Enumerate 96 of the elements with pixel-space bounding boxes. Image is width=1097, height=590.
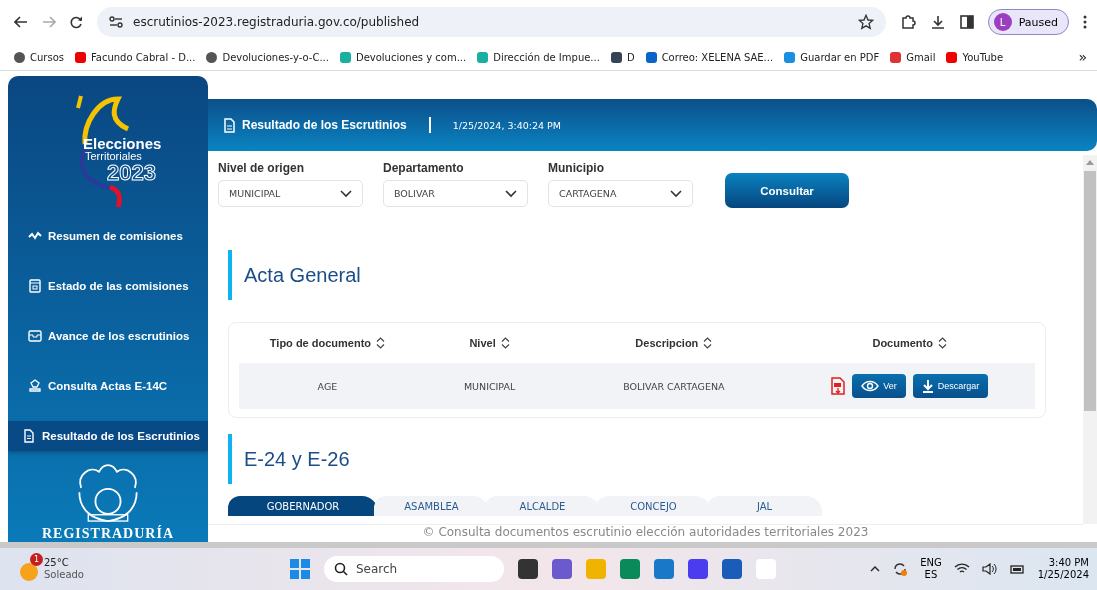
filter-dropdown[interactable]: BOLIVAR (383, 180, 528, 207)
bookmark-favicon-icon (610, 51, 622, 63)
site-settings-icon[interactable] (109, 16, 123, 28)
notification-badge: 1 (30, 553, 43, 566)
filter-label: Nivel de origen (218, 161, 306, 175)
back-arrow-icon[interactable] (14, 16, 28, 28)
tab[interactable]: JAL (707, 496, 822, 516)
chevron-down-icon (340, 189, 352, 198)
bookmark-favicon-icon (339, 51, 351, 63)
chevron-down-icon (505, 189, 517, 198)
column-header[interactable]: Tipo de documento (239, 337, 416, 349)
bookmark-favicon-icon (784, 51, 796, 63)
sidebar-item[interactable]: Estado de las comisiones (8, 271, 208, 302)
weather-condition: Soleado (44, 569, 84, 581)
view-button[interactable]: Ver (852, 374, 906, 398)
taskbar-app-icon[interactable] (654, 559, 674, 579)
document-icon (223, 117, 236, 133)
filter-label: Departamento (383, 161, 465, 175)
chevron-up-icon[interactable] (870, 566, 881, 572)
table-cell-text: BOLIVAR CARTAGENA (622, 380, 726, 392)
volume-icon[interactable] (981, 563, 998, 575)
extensions-icon[interactable] (899, 14, 916, 30)
bookmark-item[interactable]: Dirección de Impue... (477, 51, 600, 63)
bookmark-favicon-icon (477, 51, 489, 63)
bookmark-item[interactable]: Facundo Cabral - D... (75, 51, 196, 63)
weather-sun-icon[interactable] (20, 563, 38, 581)
table-cell-text: AGE (316, 380, 339, 392)
bookmark-favicon-icon (75, 51, 86, 63)
bookmark-favicon-icon (645, 51, 657, 63)
wifi-icon[interactable] (953, 563, 970, 575)
table-cell-text: MUNICIPAL (462, 380, 517, 392)
sort-icon[interactable] (500, 337, 510, 349)
battery-icon[interactable] (1009, 563, 1026, 575)
search-icon (334, 562, 348, 576)
sidebar-item[interactable]: Consulta Actas E-14C (8, 371, 208, 402)
side-panel-icon[interactable] (959, 15, 974, 29)
temperature-text: 25°C (44, 557, 70, 569)
bookmark-item[interactable]: YouTube (946, 51, 1004, 63)
header-title: Resultado de los Escrutinios (242, 118, 407, 132)
sort-icon[interactable] (937, 337, 947, 349)
logo-title: Elecciones (83, 136, 162, 151)
language-indicator[interactable]: ENG ES (920, 557, 942, 581)
taskbar-search-field[interactable]: Search (324, 556, 504, 582)
bookmark-item[interactable]: Gmail (890, 51, 936, 63)
column-header[interactable]: Nivel (415, 337, 564, 349)
reload-icon[interactable] (70, 15, 83, 29)
taskbar-app-icon[interactable] (688, 559, 708, 579)
column-header[interactable]: Documento (784, 337, 1035, 349)
sidebar-item[interactable]: Avance de los escrutinios (8, 321, 208, 352)
registraduria-wordmark: REGISTRADURÍA (42, 526, 174, 542)
bookmark-item[interactable]: D (610, 51, 635, 63)
taskbar-app-icon[interactable] (552, 559, 572, 579)
bookmark-favicon-icon (206, 51, 218, 63)
bookmark-favicon-icon (890, 51, 902, 63)
sync-icon[interactable] (892, 561, 909, 577)
download-button[interactable]: Descargar (912, 374, 989, 398)
bookmark-item[interactable]: Cursos (14, 51, 64, 63)
taskbar-app-icon[interactable] (518, 559, 538, 579)
inbox-icon (28, 329, 42, 344)
filter-dropdown[interactable]: MUNICIPAL (218, 180, 363, 207)
sort-icon[interactable] (376, 337, 386, 349)
consult-button[interactable]: Consultar (725, 173, 849, 208)
scrollbar[interactable] (1083, 155, 1097, 524)
taskbar-clock[interactable]: 3:40 PM 1/25/2024 (1037, 557, 1089, 581)
profile-button[interactable]: L Paused (987, 9, 1069, 35)
pdf-file-icon[interactable] (831, 377, 846, 395)
bookmark-star-icon[interactable] (857, 14, 874, 30)
bookmark-item[interactable]: Guardar en PDF (784, 51, 880, 63)
chevron-down-icon (670, 189, 682, 198)
address-bar[interactable]: escrutinios-2023.registraduria.gov.co/published (97, 7, 886, 37)
sidebar-item[interactable]: Resumen de comisiones (8, 221, 208, 252)
menu-icon[interactable] (1083, 15, 1087, 29)
more-bookmarks-button[interactable]: » (1078, 49, 1087, 65)
eye-icon (861, 380, 880, 392)
download-icon (921, 379, 934, 393)
header-datetime: 1/25/2024, 3:40:24 PM (452, 119, 562, 131)
filter-dropdown[interactable]: CARTAGENA (548, 180, 693, 207)
logo-subtitle: Territoriales (85, 151, 143, 162)
stamp-icon (28, 379, 42, 394)
bookmark-favicon-icon (14, 51, 25, 63)
logo-year: 2023 (107, 162, 157, 184)
ballot-box-icon (28, 279, 42, 294)
windows-start-icon[interactable] (290, 559, 310, 579)
column-header[interactable]: Descripcion (563, 337, 785, 349)
sidebar-item[interactable]: Resultado de los Escrutinios (8, 421, 208, 452)
bookmark-favicon-icon (946, 51, 958, 63)
taskbar-app-icon[interactable] (722, 559, 742, 579)
download-icon[interactable] (929, 14, 946, 30)
bookmark-item[interactable]: Devoluciones-y-o-C... (206, 51, 329, 63)
profile-avatar: L (993, 13, 1012, 31)
filter-label: Municipio (548, 161, 605, 175)
document-icon (22, 429, 36, 444)
url-text: escrutinios-2023.registraduria.gov.co/published (133, 15, 421, 29)
bookmark-item[interactable]: Correo: XELENA SAE... (645, 51, 774, 63)
bookmark-item[interactable]: Devoluciones y com... (339, 51, 467, 63)
sort-icon[interactable] (703, 337, 713, 349)
